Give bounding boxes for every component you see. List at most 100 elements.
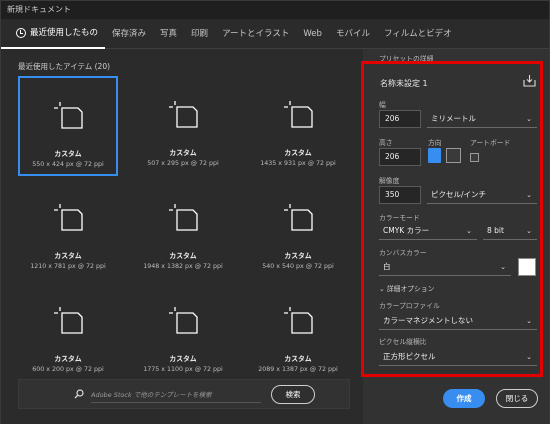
new-document-dialog: 新規ドキュメント 最近使用したもの 保存済み 写真 印刷 アートとイラスト We… <box>0 0 550 424</box>
preset-card[interactable]: カスタム 507 x 295 px @ 72 ppi <box>133 76 233 176</box>
preset-card[interactable]: カスタム 1948 x 1382 px @ 72 ppi <box>133 179 233 279</box>
resolution-unit-select[interactable]: ピクセル/インチ ⌄ <box>427 186 537 204</box>
width-input[interactable]: 206 <box>379 110 421 128</box>
tab-web[interactable]: Web <box>296 19 329 49</box>
resolution-label: 解像度 <box>379 177 400 185</box>
chevron-down-icon: ⌄ <box>500 263 506 271</box>
chevron-down-icon: ⌄ <box>526 227 532 235</box>
preset-size: 1948 x 1382 px @ 72 ppi <box>143 263 223 270</box>
chevron-down-icon: ⌄ <box>526 317 532 325</box>
preset-details-panel: プリセットの詳細 名称未設定 1 幅 206 ミリメートル ⌄ 高さ 方向 アート… <box>361 49 549 424</box>
resolution-unit-value: ピクセル/インチ <box>431 190 487 199</box>
preset-name: カスタム <box>54 355 82 363</box>
color-profile-label: カラープロファイル <box>379 302 440 310</box>
preset-size: 2089 x 1387 px @ 72 ppi <box>258 366 338 373</box>
chevron-down-icon: ⌄ <box>466 227 472 235</box>
color-mode-value: CMYK カラー <box>383 226 430 235</box>
preset-size: 600 x 200 px @ 72 ppi <box>32 366 104 373</box>
preset-name: カスタム <box>169 149 197 157</box>
tab-film-video[interactable]: フィルムとビデオ <box>377 19 459 49</box>
width-unit-value: ミリメートル <box>431 114 476 123</box>
tab-photo[interactable]: 写真 <box>153 19 184 49</box>
save-preset-icon[interactable] <box>523 74 536 87</box>
preset-size: 550 x 424 px @ 72 ppi <box>32 161 104 168</box>
tab-art-illustration[interactable]: アートとイラスト <box>215 19 296 49</box>
preset-card[interactable]: カスタム 540 x 540 px @ 72 ppi <box>248 179 348 279</box>
document-icon <box>54 307 83 334</box>
canvas-color-label: カンバスカラー <box>379 249 427 257</box>
preset-card[interactable]: カスタム 1775 x 1100 px @ 72 ppi <box>133 282 233 382</box>
advanced-options-toggle[interactable]: ⌄ 詳細オプション <box>379 283 434 293</box>
chevron-down-icon: ⌄ <box>526 115 532 123</box>
close-button[interactable]: 閉じる <box>496 389 538 408</box>
preset-name: カスタム <box>284 355 312 363</box>
preset-name: カスタム <box>284 252 312 260</box>
tab-mobile[interactable]: モバイル <box>329 19 377 49</box>
bit-depth-select[interactable]: 8 bit ⌄ <box>483 222 537 240</box>
chevron-down-icon: ⌄ <box>526 191 532 199</box>
height-input[interactable]: 206 <box>379 148 421 166</box>
tab-print[interactable]: 印刷 <box>184 19 215 49</box>
document-icon <box>169 204 198 231</box>
preset-card[interactable]: カスタム 2089 x 1387 px @ 72 ppi <box>248 282 348 382</box>
document-icon <box>169 307 198 334</box>
search-icon <box>74 389 84 399</box>
document-icon <box>284 307 313 334</box>
preset-name: カスタム <box>169 355 197 363</box>
document-icon <box>169 101 198 128</box>
stock-search-input[interactable] <box>91 387 261 403</box>
recent-items-title: 最近使用したアイテム (20) <box>18 62 111 71</box>
artboard-checkbox[interactable] <box>470 153 479 162</box>
color-profile-select[interactable]: カラーマネジメントしない ⌄ <box>379 312 537 330</box>
document-icon <box>284 101 313 128</box>
preset-size: 1210 x 781 px @ 72 ppi <box>30 263 106 270</box>
landscape-orientation-button[interactable] <box>446 148 461 163</box>
artboard-label: アートボード <box>470 139 511 147</box>
pixel-aspect-value: 正方形ピクセル <box>383 352 436 361</box>
preset-name: カスタム <box>284 149 312 157</box>
stock-search-bar: 検索 <box>18 379 350 409</box>
document-icon <box>54 102 83 129</box>
preset-name: カスタム <box>54 252 82 260</box>
preset-size: 1435 x 931 px @ 72 ppi <box>260 160 336 167</box>
bit-depth-value: 8 bit <box>487 226 504 235</box>
document-icon <box>54 204 83 231</box>
chevron-down-icon: ⌄ <box>526 353 532 361</box>
canvas-color-select[interactable]: 白 ⌄ <box>379 258 511 276</box>
pixel-aspect-label: ピクセル縦横比 <box>379 338 427 346</box>
width-label: 幅 <box>379 101 386 109</box>
search-button[interactable]: 検索 <box>271 385 315 404</box>
chevron-down-icon: ⌄ <box>379 285 385 293</box>
width-unit-select[interactable]: ミリメートル ⌄ <box>427 110 537 128</box>
preset-card[interactable]: カスタム 1210 x 781 px @ 72 ppi <box>18 179 118 279</box>
orientation-label: 方向 <box>428 139 442 147</box>
canvas-color-value: 白 <box>383 262 391 271</box>
color-profile-value: カラーマネジメントしない <box>383 316 473 325</box>
tab-recent[interactable]: 最近使用したもの <box>1 19 106 49</box>
preset-name: カスタム <box>169 252 197 260</box>
category-tabs: 最近使用したもの 保存済み 写真 印刷 アートとイラスト Web モバイル フィ… <box>1 19 549 49</box>
preset-card[interactable]: カスタム 1435 x 931 px @ 72 ppi <box>248 76 348 176</box>
tab-label: 最近使用したもの <box>30 27 99 38</box>
window-title: 新規ドキュメント <box>1 1 549 19</box>
preset-size: 540 x 540 px @ 72 ppi <box>262 263 334 270</box>
tab-saved[interactable]: 保存済み <box>105 19 153 49</box>
pixel-aspect-select[interactable]: 正方形ピクセル ⌄ <box>379 348 537 366</box>
document-icon <box>284 204 313 231</box>
preset-size: 1775 x 1100 px @ 72 ppi <box>143 366 223 373</box>
document-name[interactable]: 名称未設定 1 <box>380 78 428 89</box>
clock-icon <box>16 27 26 38</box>
preset-card[interactable]: カスタム 600 x 200 px @ 72 ppi <box>18 282 118 382</box>
color-mode-select[interactable]: CMYK カラー ⌄ <box>379 222 477 240</box>
height-label: 高さ <box>379 139 393 147</box>
canvas-color-swatch[interactable] <box>518 258 536 276</box>
recent-items-panel: 最近使用したアイテム (20) カスタム 550 x 424 px @ 72 p… <box>1 49 363 424</box>
advanced-options-label: 詳細オプション <box>386 285 435 293</box>
portrait-orientation-button[interactable] <box>428 148 441 163</box>
create-button[interactable]: 作成 <box>443 389 485 408</box>
preset-name: カスタム <box>54 150 82 158</box>
preset-card[interactable]: カスタム 550 x 424 px @ 72 ppi <box>18 76 118 176</box>
color-mode-label: カラーモード <box>379 214 420 222</box>
resolution-input[interactable]: 350 <box>379 186 421 204</box>
preset-size: 507 x 295 px @ 72 ppi <box>147 160 219 167</box>
